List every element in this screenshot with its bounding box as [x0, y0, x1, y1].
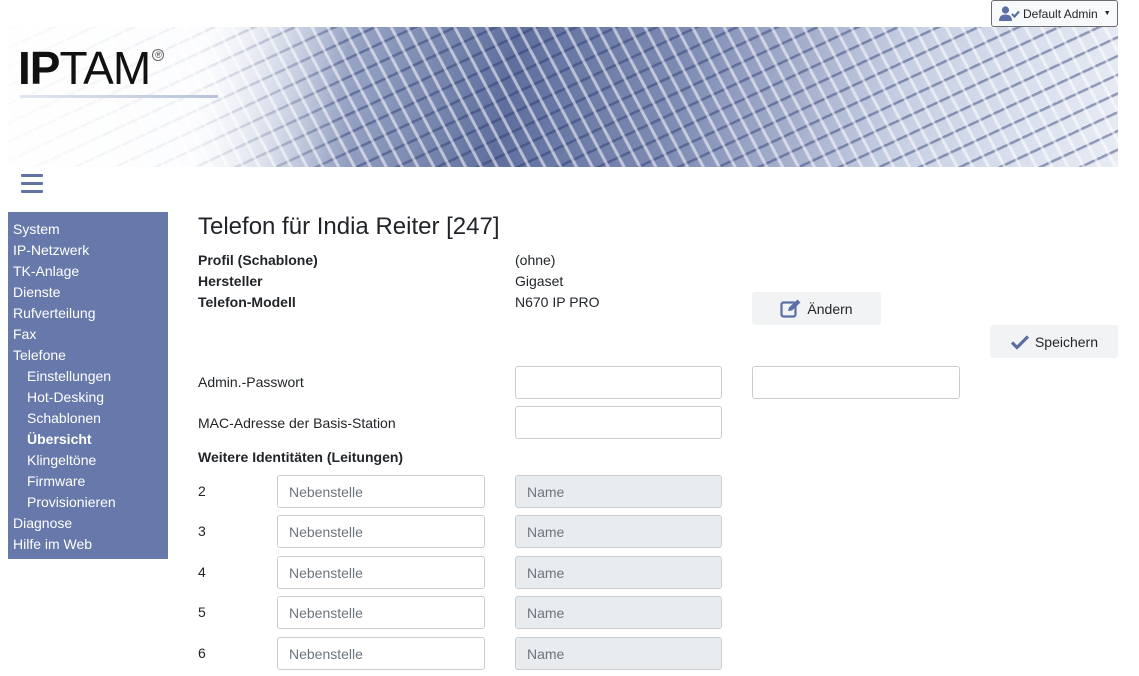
sidebar-item-schablonen[interactable]: Schablonen	[8, 408, 168, 429]
check-icon	[1010, 334, 1030, 350]
save-button[interactable]: Speichern	[990, 325, 1118, 358]
profile-label: Profil (Schablone)	[198, 252, 318, 268]
sidebar-item-hilfe-im-web[interactable]: Hilfe im Web	[8, 534, 168, 555]
caret-down-icon: ▼	[1103, 10, 1111, 17]
sidebar-item-system[interactable]: System	[8, 219, 168, 240]
line-name-input	[515, 475, 722, 508]
line-number: 5	[198, 604, 206, 620]
iptam-logo: IP TAM ®	[18, 41, 164, 95]
sidebar-item-diagnose[interactable]: Diagnose	[8, 513, 168, 534]
sidebar-item-dienste[interactable]: Dienste	[8, 282, 168, 303]
user-menu-label: Default Admin	[1023, 6, 1098, 21]
extension-input[interactable]	[277, 637, 485, 670]
mac-address-label: MAC-Adresse der Basis-Station	[198, 415, 396, 431]
save-button-label: Speichern	[1034, 333, 1099, 350]
user-check-icon	[999, 5, 1020, 22]
sidebar-item-fax[interactable]: Fax	[8, 324, 168, 345]
extension-input[interactable]	[277, 515, 485, 548]
sidebar-item-tk-anlage[interactable]: TK-Anlage	[8, 261, 168, 282]
edit-icon	[780, 299, 801, 318]
manufacturer-value: Gigaset	[515, 273, 564, 289]
line-number: 2	[198, 483, 206, 499]
hamburger-menu-icon[interactable]	[21, 174, 43, 193]
sidebar-item-firmware[interactable]: Firmware	[8, 471, 168, 492]
admin-password-label: Admin.-Passwort	[198, 374, 304, 390]
mac-address-input[interactable]	[515, 406, 722, 439]
sidebar-item-übersicht[interactable]: Übersicht	[8, 429, 168, 450]
page-title: Telefon für India Reiter [247]	[198, 213, 500, 240]
header-banner: IP TAM ®	[8, 27, 1118, 167]
line-number: 6	[198, 645, 206, 661]
sidebar-item-rufverteilung[interactable]: Rufverteilung	[8, 303, 168, 324]
sidebar-item-hot-desking[interactable]: Hot-Desking	[8, 387, 168, 408]
change-button-label: Ändern	[807, 300, 853, 317]
sidebar-nav: System IP-Netzwerk TK-Anlage Dienste Rufvert…	[8, 212, 168, 559]
extension-input[interactable]	[277, 475, 485, 508]
line-name-input	[515, 556, 722, 589]
extension-input[interactable]	[277, 556, 485, 589]
sidebar-item-ip-netzwerk[interactable]: IP-Netzwerk	[8, 240, 168, 261]
line-name-input	[515, 596, 722, 629]
sidebar-item-telefone[interactable]: Telefone	[8, 345, 168, 366]
sidebar-item-provisionieren[interactable]: Provisionieren	[8, 492, 168, 513]
line-name-input	[515, 515, 722, 548]
phone-model-label: Telefon-Modell	[198, 294, 296, 310]
line-number: 4	[198, 564, 206, 580]
admin-password-input[interactable]	[515, 366, 722, 399]
profile-value: (ohne)	[515, 252, 556, 268]
sidebar-item-klingeltöne[interactable]: Klingeltöne	[8, 450, 168, 471]
identities-section-title: Weitere Identitäten (Leitungen)	[198, 449, 404, 465]
line-name-input	[515, 637, 722, 670]
line-number: 3	[198, 523, 206, 539]
manufacturer-label: Hersteller	[198, 273, 263, 289]
phone-model-value: N670 IP PRO	[515, 294, 600, 310]
sidebar-item-einstellungen[interactable]: Einstellungen	[8, 366, 168, 387]
admin-password-confirm-input[interactable]	[752, 366, 960, 399]
change-button[interactable]: Ändern	[752, 292, 881, 325]
extension-input[interactable]	[277, 596, 485, 629]
user-menu-button[interactable]: Default Admin ▼	[991, 0, 1118, 27]
